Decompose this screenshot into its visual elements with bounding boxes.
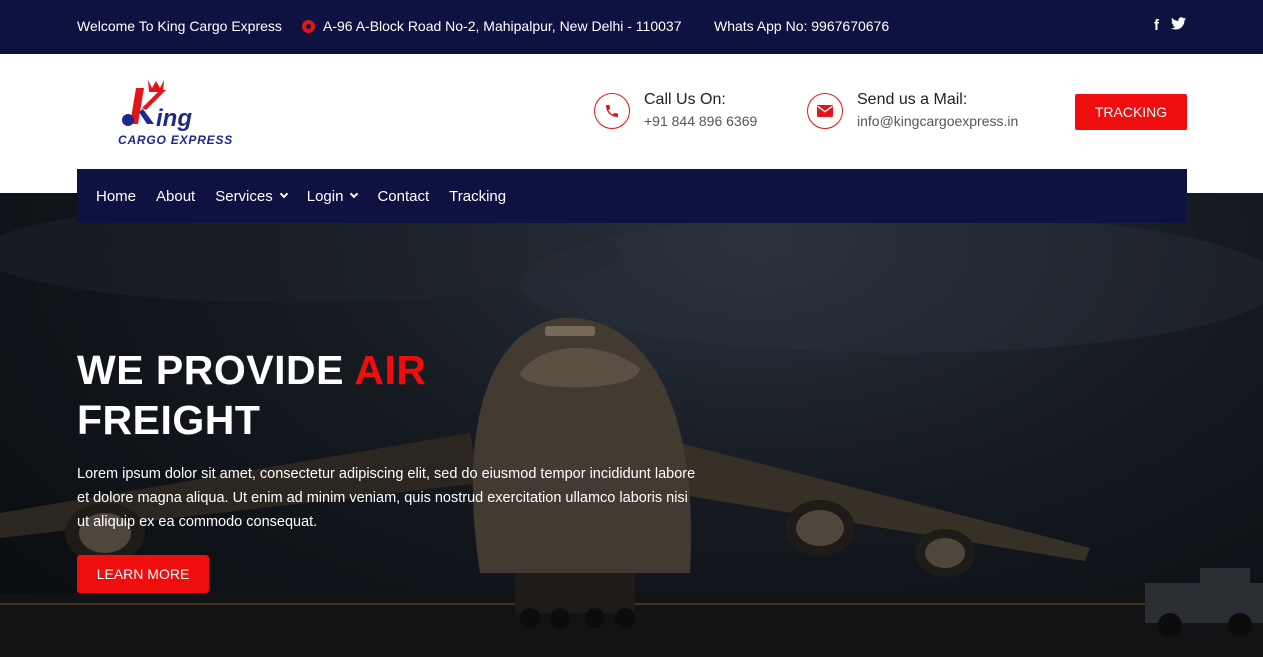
nav-services[interactable]: Services: [215, 187, 288, 205]
nav-login-label: Login: [306, 187, 344, 205]
top-bar: Welcome To King Cargo Express A-96 A-Blo…: [0, 0, 1263, 54]
whatsapp-number: Whats App No: 9967670676: [714, 18, 890, 34]
nav-services-label: Services: [215, 187, 273, 205]
mail-us-block: Send us a Mail: info@kingcargoexpress.in: [807, 90, 1018, 132]
hero-title-highlight: AIR: [354, 347, 427, 393]
facebook-icon[interactable]: f: [1154, 17, 1159, 34]
nav-about-label: About: [156, 187, 196, 205]
svg-text:CARGO EXPRESS: CARGO EXPRESS: [118, 133, 233, 147]
email-address[interactable]: info@kingcargoexpress.in: [857, 110, 1018, 132]
phone-icon: [594, 93, 630, 129]
tracking-button[interactable]: TRACKING: [1075, 94, 1187, 130]
learn-more-button[interactable]: LEARN MORE: [77, 555, 209, 593]
svg-text:ing: ing: [156, 105, 192, 132]
nav-login[interactable]: Login: [306, 187, 359, 205]
call-label: Call Us On:: [644, 91, 726, 108]
nav-contact-label: Contact: [377, 187, 430, 205]
nav-tracking[interactable]: Tracking: [449, 188, 506, 205]
location-pin-icon: [302, 19, 315, 33]
nav-home-label: Home: [96, 187, 137, 205]
address: A-96 A-Block Road No-2, Mahipalpur, New …: [302, 18, 681, 34]
nav-about[interactable]: About: [156, 188, 195, 205]
mail-label: Send us a Mail:: [857, 91, 968, 108]
chevron-down-icon: [350, 189, 359, 199]
nav-contact[interactable]: Contact: [377, 188, 429, 205]
nav-home[interactable]: Home: [96, 188, 136, 205]
hero-description: Lorem ipsum dolor sit amet, consectetur …: [77, 466, 696, 530]
welcome-text: Welcome To King Cargo Express: [77, 18, 282, 34]
nav-tracking-label: Tracking: [449, 187, 507, 205]
phone-number[interactable]: +91 844 896 6369: [644, 110, 757, 132]
mail-icon: [807, 93, 843, 129]
main-nav: Home About Services Login Contact Tracki…: [77, 169, 1187, 223]
address-text: A-96 A-Block Road No-2, Mahipalpur, New …: [323, 18, 682, 34]
chevron-down-icon: [279, 189, 288, 199]
twitter-icon[interactable]: [1171, 17, 1186, 30]
hero-title-part2: FREIGHT: [77, 397, 261, 443]
hero-title-part1: WE PROVIDE: [77, 347, 355, 393]
king-cargo-logo[interactable]: ing CARGO EXPRESS: [118, 78, 268, 150]
call-us-block: Call Us On: +91 844 896 6369: [594, 90, 757, 132]
hero-heading: WE PROVIDE AIR FREIGHT: [77, 345, 426, 445]
social-links: f: [1154, 17, 1186, 34]
